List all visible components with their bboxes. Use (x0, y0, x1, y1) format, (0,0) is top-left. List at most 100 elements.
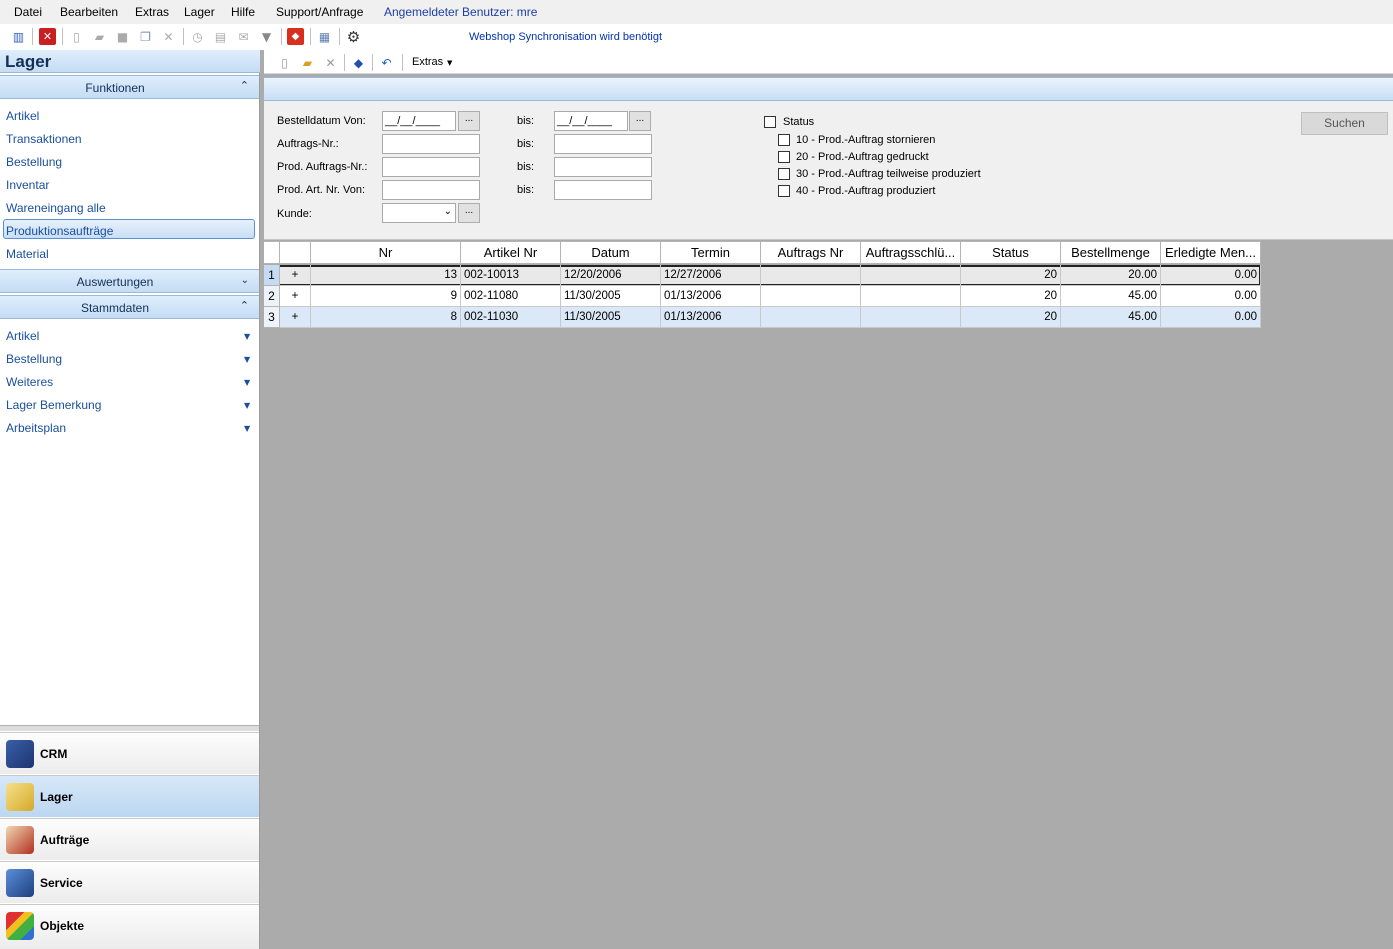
new-doc-icon[interactable]: ▯ (68, 28, 85, 45)
bestelldatum-bis-picker-button[interactable]: ... (629, 111, 651, 131)
prod-auftrags-nr-input[interactable] (382, 157, 480, 177)
cell-auftrags-nr (761, 307, 861, 328)
status-30-checkbox[interactable] (778, 168, 790, 180)
column-header-nr[interactable]: Nr (311, 241, 461, 264)
auftrags-nr-bis-input[interactable] (554, 134, 652, 154)
dropdown-arrow-icon[interactable]: ▼ (244, 332, 250, 341)
column-header-auftrags-nr[interactable]: Auftrags Nr (761, 241, 861, 264)
column-header-status[interactable]: Status (961, 241, 1061, 264)
copy-icon[interactable]: ❐ (137, 28, 154, 45)
cell-artikel-nr: 002-11030 (461, 307, 561, 328)
menu-support[interactable]: Support/Anfrage (276, 5, 363, 19)
new-doc-icon[interactable]: ▯ (276, 54, 293, 71)
column-header-artikel-nr[interactable]: Artikel Nr (461, 241, 561, 264)
status-checkbox[interactable] (764, 116, 776, 128)
bestelldatum-bis-input[interactable]: __/__/____ (554, 111, 628, 131)
open-folder-icon[interactable]: ▰ (299, 54, 316, 71)
stammdaten-item-bestellung[interactable]: Bestellung (6, 352, 62, 366)
prod-art-nr-bis-input[interactable] (554, 180, 652, 200)
documents-icon[interactable]: ▤ (212, 28, 229, 45)
stammdaten-item-artikel[interactable]: Artikel (6, 329, 39, 343)
toolbar-separator (62, 28, 63, 45)
funktionen-item-transaktionen[interactable]: Transaktionen (6, 132, 82, 146)
cell-bestellmenge: 20.00 (1061, 265, 1161, 286)
funktionen-item-inventar[interactable]: Inventar (6, 178, 49, 192)
toolbar-separator (372, 54, 373, 71)
users-icon[interactable]: ◆ (350, 54, 367, 71)
status-10-checkbox[interactable] (778, 134, 790, 146)
column-header-datum[interactable]: Datum (561, 241, 661, 264)
expand-toggle[interactable]: + (280, 265, 311, 286)
status-20-checkbox[interactable] (778, 151, 790, 163)
funktionen-item-produktionsauftraege[interactable]: Produktionsaufträge (6, 224, 113, 238)
column-header-bestellmenge[interactable]: Bestellmenge (1061, 241, 1161, 264)
bestelldatum-von-picker-button[interactable]: ... (458, 111, 480, 131)
toolbar-separator (310, 28, 311, 45)
column-header-erledigte-menge[interactable]: Erledigte Men... (1161, 241, 1261, 264)
section-stammdaten[interactable]: Stammdaten ⌃ (0, 295, 259, 319)
content-toolbar: ▯ ▰ ✕ ◆ ↶ Extras ▼ (264, 50, 1393, 74)
column-header-termin[interactable]: Termin (661, 241, 761, 264)
dropdown-arrow-icon[interactable]: ▼ (244, 378, 250, 387)
menu-lager[interactable]: Lager (184, 5, 215, 19)
dropdown-arrow-icon[interactable]: ▼ (244, 401, 250, 410)
close-red-icon[interactable]: ✕ (39, 28, 56, 45)
save-icon[interactable]: ■ (114, 28, 131, 45)
menu-bearbeiten[interactable]: Bearbeiten (60, 5, 118, 19)
splitter-handle[interactable] (0, 725, 259, 731)
table-row[interactable]: 2 + 9 002-11080 11/30/2005 01/13/2006 20… (264, 286, 1261, 307)
chart-icon[interactable]: ▥ (10, 28, 27, 45)
nav-auftraege[interactable]: Aufträge (0, 818, 259, 860)
bis-label: bis: (517, 184, 535, 196)
filter-icon[interactable]: ▼ (258, 28, 275, 45)
column-header-auftragsschluessel[interactable]: Auftragsschlü... (861, 241, 961, 264)
funktionen-item-material[interactable]: Material (6, 247, 49, 261)
collapse-up-icon[interactable]: ⌃ (240, 79, 249, 92)
kunde-select[interactable]: ⌄ (382, 203, 456, 223)
dropdown-arrow-icon[interactable]: ▼ (244, 424, 250, 433)
search-button[interactable]: Suchen (1301, 112, 1388, 135)
nav-service[interactable]: Service (0, 861, 259, 903)
extras-dropdown[interactable]: Extras (412, 56, 443, 68)
nav-objekte[interactable]: Objekte (0, 904, 259, 949)
cell-nr: 8 (311, 307, 461, 328)
prod-auftrags-nr-bis-input[interactable] (554, 157, 652, 177)
stammdaten-item-weiteres[interactable]: Weiteres (6, 375, 53, 389)
status-40-checkbox[interactable] (778, 185, 790, 197)
funktionen-item-artikel[interactable]: Artikel (6, 109, 39, 123)
dropdown-arrow-icon[interactable]: ▼ (447, 59, 452, 67)
menu-hilfe[interactable]: Hilfe (231, 5, 255, 19)
open-folder-icon[interactable]: ▰ (91, 28, 108, 45)
section-funktionen[interactable]: Funktionen ⌃ (0, 75, 259, 99)
collapse-up-icon[interactable]: ⌃ (240, 299, 249, 312)
expand-toggle[interactable]: + (280, 307, 311, 328)
menu-extras[interactable]: Extras (135, 5, 169, 19)
stammdaten-item-lager-bemerkung[interactable]: Lager Bemerkung (6, 398, 101, 412)
funktionen-item-wareneingang[interactable]: Wareneingang alle (6, 201, 106, 215)
table-row[interactable]: 3 + 8 002-11030 11/30/2005 01/13/2006 20… (264, 307, 1261, 328)
kunde-picker-button[interactable]: ... (458, 203, 480, 223)
table-row[interactable]: 1 + 13 002-10013 12/20/2006 12/27/2006 2… (264, 265, 1261, 286)
funktionen-item-bestellung[interactable]: Bestellung (6, 155, 62, 169)
gear-icon[interactable]: ⚙ (345, 28, 362, 46)
section-auswertungen[interactable]: Auswertungen ⌄ (0, 269, 259, 293)
exit-icon[interactable]: ◆ (287, 28, 304, 45)
bestelldatum-von-input[interactable]: __/__/____ (382, 111, 456, 131)
dropdown-arrow-icon[interactable]: ▼ (244, 355, 250, 364)
table-icon[interactable]: ▦ (316, 28, 333, 45)
nav-lager[interactable]: Lager (0, 775, 259, 817)
expand-toggle[interactable]: + (280, 286, 311, 307)
expand-down-icon[interactable]: ⌄ (241, 275, 249, 286)
delete-icon[interactable]: ✕ (322, 54, 339, 71)
undo-icon[interactable]: ↶ (378, 54, 395, 71)
auftrags-nr-input[interactable] (382, 134, 480, 154)
clock-icon[interactable]: ◷ (189, 28, 206, 45)
prod-art-nr-input[interactable] (382, 180, 480, 200)
delete-icon[interactable]: ✕ (160, 28, 177, 45)
toolbar-separator (281, 28, 282, 45)
stammdaten-item-arbeitsplan[interactable]: Arbeitsplan (6, 421, 66, 435)
envelope-icon[interactable]: ✉ (235, 28, 252, 45)
webshop-sync-notice[interactable]: Webshop Synchronisation wird benötigt (469, 31, 662, 43)
nav-crm[interactable]: CRM (0, 732, 259, 774)
menu-datei[interactable]: Datei (14, 5, 42, 19)
